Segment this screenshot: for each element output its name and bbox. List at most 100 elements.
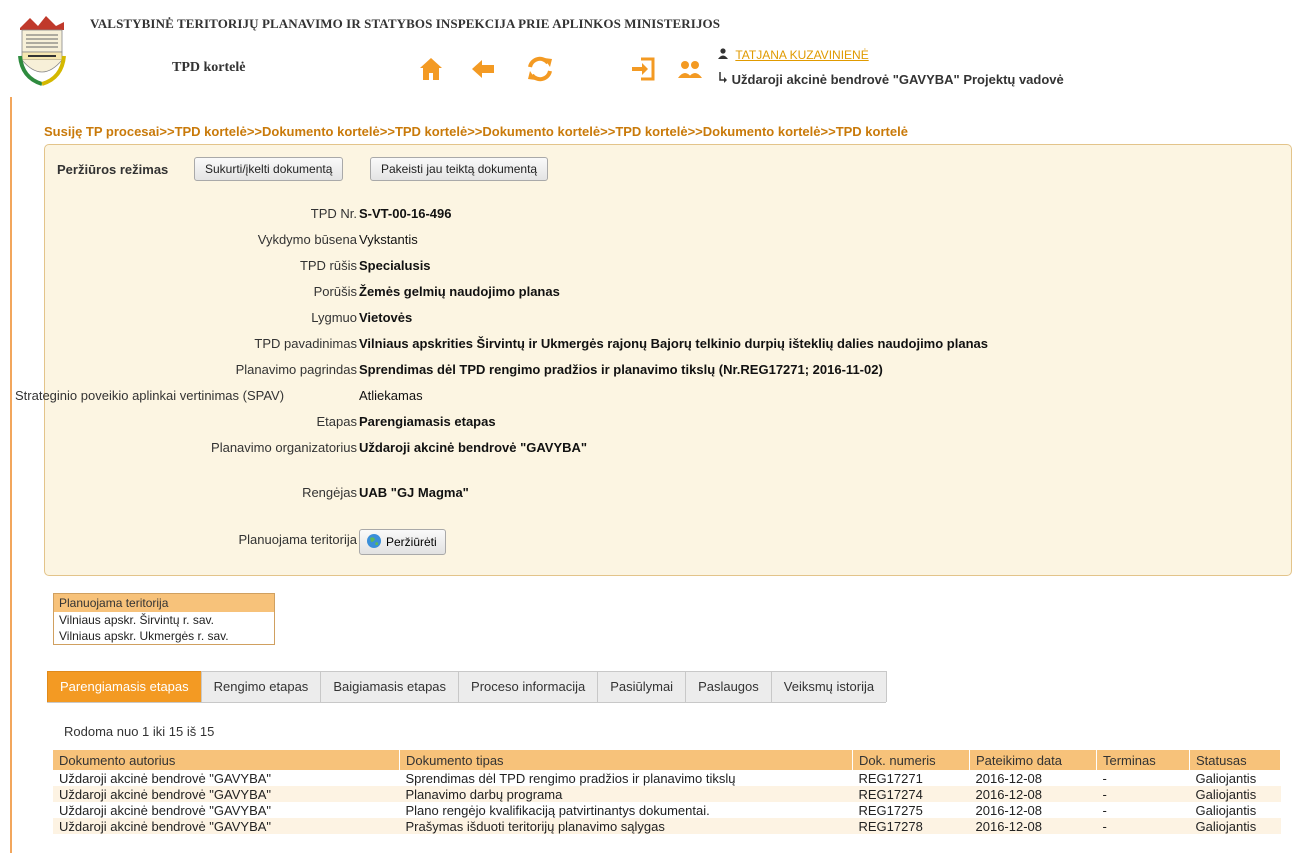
back-arrow-icon[interactable]: [470, 58, 496, 85]
cell-submit-date: 2016-12-08: [969, 770, 1097, 786]
role-switch-icon: [718, 72, 732, 87]
cell-status: Galiojantis: [1189, 818, 1281, 834]
tab-veiksmu-istorija[interactable]: Veiksmų istorija: [770, 671, 888, 702]
field-label: Lygmuo: [311, 310, 357, 325]
breadcrumb-item[interactable]: Susiję TP procesai: [44, 124, 159, 139]
field-value: Sprendimas dėl TPD rengimo pradžios ir p…: [359, 362, 883, 377]
field-value: Specialusis: [359, 258, 431, 273]
list-item: Vilniaus apskr. Širvintų r. sav.: [54, 612, 274, 628]
field-value: Vilniaus apskrities Širvintų ir Ukmergės…: [359, 336, 988, 351]
breadcrumb: Susiję TP procesai>>TPD kortelė>>Dokumen…: [44, 124, 908, 139]
tab-baigiamasis-etapas[interactable]: Baigiamasis etapas: [320, 671, 460, 702]
field-value: S-VT-00-16-496: [359, 206, 452, 221]
tab-parengiamasis-etapas[interactable]: Parengiamasis etapas: [47, 671, 202, 702]
documents-table: Dokumento autorius Dokumento tipas Dok. …: [53, 750, 1281, 834]
view-button-label: Peržiūrėti: [386, 535, 437, 549]
user-icon: [718, 48, 731, 62]
cell-status: Galiojantis: [1189, 786, 1281, 802]
view-territory-button[interactable]: Peržiūrėti: [359, 529, 446, 555]
cell-doc-type: Prašymas išduoti teritorijų planavimo są…: [399, 818, 853, 834]
field-label: Porūšis: [313, 284, 357, 299]
user-role-label: Uždaroji akcinė bendrovė "GAVYBA" Projek…: [731, 72, 1064, 87]
cell-doc-number: REG17274: [852, 786, 970, 802]
field-label: Planavimo pagrindas: [235, 362, 357, 377]
app-header: VALSTYBINĖ TERITORIJŲ PLANAVIMO IR STATY…: [0, 0, 1297, 97]
breadcrumb-separator: >>: [246, 124, 262, 139]
breadcrumb-item-current[interactable]: TPD kortelė: [836, 124, 908, 139]
tab-rengimo-etapas[interactable]: Rengimo etapas: [200, 671, 322, 702]
breadcrumb-item[interactable]: Dokumento kortelė: [482, 124, 600, 139]
stage-tabs: Parengiamasis etapas Rengimo etapas Baig…: [47, 671, 888, 703]
page-title: TPD kortelė: [172, 60, 246, 75]
column-header[interactable]: Dokumento tipas: [399, 750, 853, 770]
list-item: Vilniaus apskr. Ukmergės r. sav.: [54, 628, 274, 644]
home-icon[interactable]: [418, 56, 444, 87]
field-value: Vietovės: [359, 310, 413, 325]
table-row[interactable]: Uždaroji akcinė bendrovė "GAVYBA" Planav…: [53, 786, 1281, 802]
column-header[interactable]: Statusas: [1189, 750, 1281, 770]
user-role[interactable]: Uždaroji akcinė bendrovė "GAVYBA" Projek…: [718, 72, 1064, 87]
cell-status: Galiojantis: [1189, 770, 1281, 786]
field-value: UAB "GJ Magma": [359, 485, 469, 500]
cell-deadline: -: [1096, 818, 1190, 834]
cell-submit-date: 2016-12-08: [969, 786, 1097, 802]
field-label: Etapas: [316, 414, 357, 429]
breadcrumb-separator: >>: [159, 124, 175, 139]
field-label: TPD rūšis: [299, 258, 357, 273]
users-icon[interactable]: [676, 58, 704, 85]
cell-deadline: -: [1096, 770, 1190, 786]
cell-submit-date: 2016-12-08: [969, 802, 1097, 818]
field-label: Vykdymo būsena: [257, 232, 357, 247]
breadcrumb-item[interactable]: TPD kortelė: [175, 124, 247, 139]
cell-deadline: -: [1096, 802, 1190, 818]
cell-doc-number: REG17271: [852, 770, 970, 786]
inspectorate-logo: [16, 12, 68, 86]
breadcrumb-separator: >>: [379, 124, 395, 139]
column-header[interactable]: Dokumento autorius: [53, 750, 400, 770]
breadcrumb-separator: >>: [467, 124, 483, 139]
table-header-row: Dokumento autorius Dokumento tipas Dok. …: [53, 750, 1281, 770]
field-label: TPD Nr.: [310, 206, 357, 221]
field-value: Uždaroji akcinė bendrovė "GAVYBA": [359, 440, 588, 455]
user-info: TATJANA KUZAVINIENĖ: [718, 48, 869, 62]
logout-icon[interactable]: [630, 56, 656, 87]
column-header[interactable]: Pateikimo data: [969, 750, 1097, 770]
tpd-detail-card: Peržiūros režimas Sukurti/įkelti dokumen…: [15, 144, 1292, 576]
cell-doc-number: REG17278: [852, 818, 970, 834]
tab-paslaugos[interactable]: Paslaugos: [685, 671, 772, 702]
cell-doc-type: Plano rengėjo kvalifikaciją patvirtinant…: [399, 802, 853, 818]
breadcrumb-item[interactable]: Dokumento kortelė: [262, 124, 380, 139]
field-value: Žemės gelmių naudojimo planas: [359, 284, 560, 299]
territory-list-header: Planuojama teritorija: [54, 594, 274, 612]
cell-doc-number: REG17275: [852, 802, 970, 818]
cell-deadline: -: [1096, 786, 1190, 802]
globe-icon: [366, 533, 382, 552]
breadcrumb-item[interactable]: TPD kortelė: [615, 124, 687, 139]
breadcrumb-separator: >>: [820, 124, 836, 139]
field-value: Atliekamas: [359, 388, 423, 403]
tab-pasiulymai[interactable]: Pasiūlymai: [597, 671, 687, 702]
cell-doc-type: Planavimo darbų programa: [399, 786, 853, 802]
column-header[interactable]: Terminas: [1096, 750, 1190, 770]
user-name-link[interactable]: TATJANA KUZAVINIENĖ: [735, 48, 868, 62]
view-mode-label: Peržiūros režimas: [57, 162, 169, 177]
left-accent-bar: [10, 97, 12, 853]
create-document-button[interactable]: Sukurti/įkelti dokumentą: [194, 157, 344, 181]
record-count: Rodoma nuo 1 iki 15 iš 15: [64, 724, 215, 739]
refresh-icon[interactable]: [526, 55, 554, 88]
breadcrumb-separator: >>: [600, 124, 616, 139]
cell-author: Uždaroji akcinė bendrovė "GAVYBA": [53, 802, 400, 818]
replace-document-button[interactable]: Pakeisti jau teiktą dokumentą: [370, 157, 549, 181]
cell-author: Uždaroji akcinė bendrovė "GAVYBA": [53, 818, 400, 834]
column-header[interactable]: Dok. numeris: [852, 750, 970, 770]
breadcrumb-separator: >>: [687, 124, 703, 139]
breadcrumb-item[interactable]: Dokumento kortelė: [703, 124, 821, 139]
table-row[interactable]: Uždaroji akcinė bendrovė "GAVYBA" Prašym…: [53, 818, 1281, 834]
field-label: Rengėjas: [302, 485, 357, 500]
breadcrumb-item[interactable]: TPD kortelė: [395, 124, 467, 139]
organization-title: VALSTYBINĖ TERITORIJŲ PLANAVIMO IR STATY…: [90, 16, 721, 31]
table-row[interactable]: Uždaroji akcinė bendrovė "GAVYBA" Plano …: [53, 802, 1281, 818]
table-row[interactable]: Uždaroji akcinė bendrovė "GAVYBA" Sprend…: [53, 770, 1281, 786]
tab-proceso-informacija[interactable]: Proceso informacija: [458, 671, 599, 702]
cell-status: Galiojantis: [1189, 802, 1281, 818]
